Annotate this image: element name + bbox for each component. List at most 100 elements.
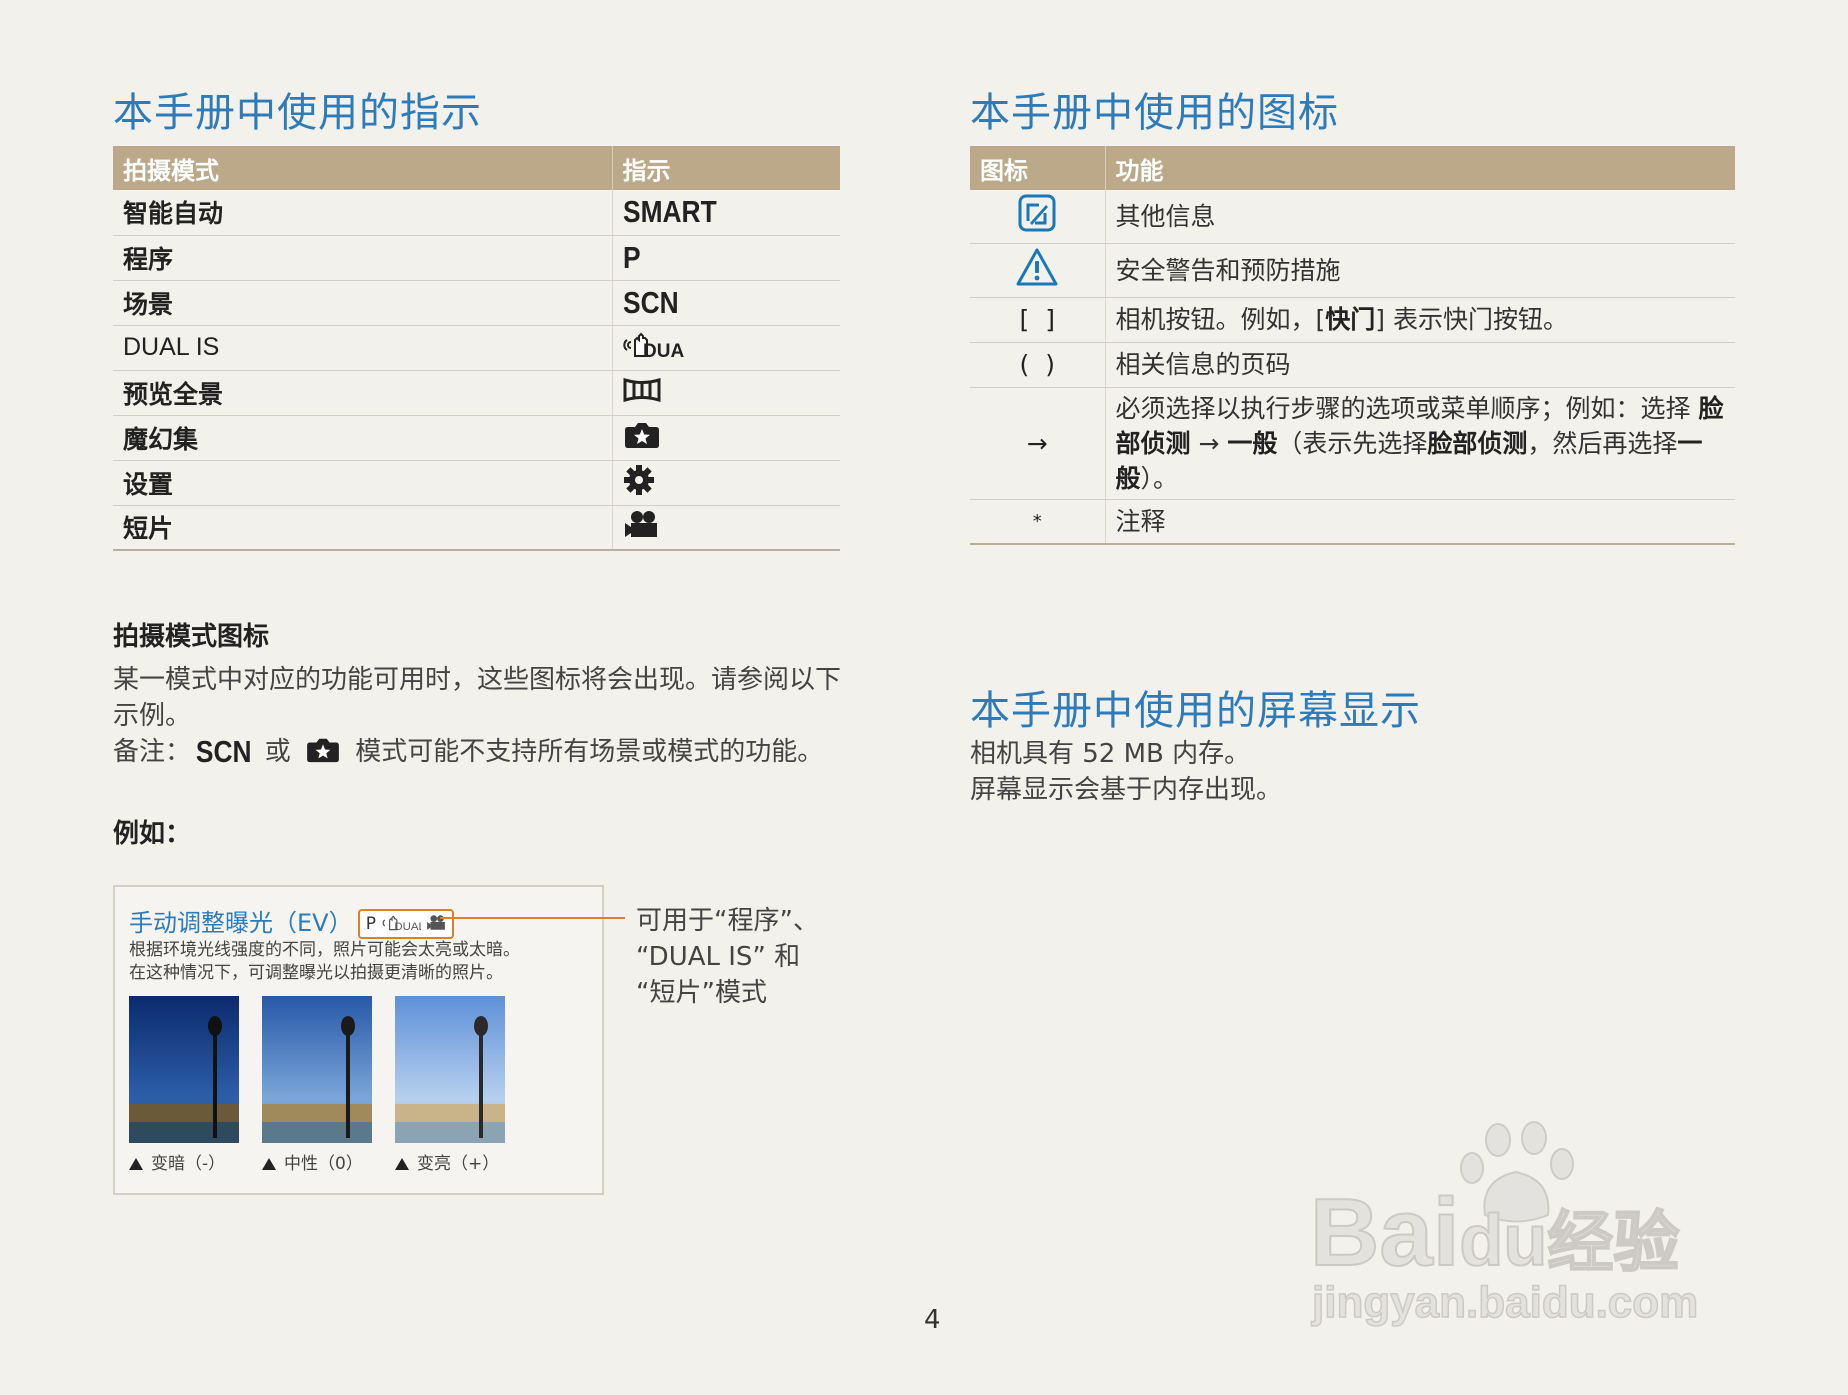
screen-line1: 相机具有 52 MB 内存。 (970, 739, 1251, 769)
table-row: [ ] 相机按钮。例如，[快门] 表示快门按钮。 (970, 297, 1735, 343)
mode-indicator: SMART (622, 194, 717, 230)
icon-symbol: [ ] (970, 297, 1105, 343)
table-row: 安全警告和预防措施 (970, 243, 1735, 298)
icon-func: 其他信息 (1104, 190, 1735, 244)
func-part: → (1190, 428, 1228, 458)
movie-camera-icon (624, 511, 657, 538)
note-scn: SCN (195, 734, 252, 769)
gear-icon (623, 464, 654, 495)
badge-p: P (365, 914, 376, 934)
mode-name: 预览全景 (113, 370, 612, 416)
note-icon (1018, 194, 1056, 232)
mode-name: 设置 (113, 460, 612, 506)
mode-name: 短片 (113, 505, 612, 551)
icons-title: 本手册中使用的图标 (970, 90, 1339, 136)
example-box: 手动调整曝光（EV） P DUAL 根据环境光线强度的不同，照片可能会太亮或太暗… (113, 885, 604, 1195)
callout-line (440, 917, 625, 919)
example-desc-line1: 根据环境光线强度的不同，照片可能会太亮或太暗。 (129, 940, 520, 960)
magic-plus-icon (307, 738, 339, 763)
func-part: ] 表示快门按钮。 (1375, 305, 1568, 334)
panorama-icon (623, 377, 660, 402)
mode-icons-text: 某一模式中对应的功能可用时，这些图标将会出现。请参阅以下示例。 (113, 665, 842, 731)
func-part-bold: 快门 (1325, 305, 1376, 334)
func-part: （表示先选择 (1277, 428, 1428, 458)
icon-func: 安全警告和预防措施 (1104, 243, 1735, 298)
screen-line2: 屏幕显示会基于内存出现。 (970, 775, 1283, 805)
svg-text:DUAL: DUAL (643, 341, 685, 360)
icons-table: 图标 功能 其他信息 安全警告和预防措施 [] 相机按钮。例如，[快门] 表示… (970, 146, 1735, 545)
callout-line3: “短片”模式 (636, 978, 767, 1008)
callout-line1: 可用于“程序”、 (636, 906, 819, 936)
modes-header-mode: 拍摄模式 (113, 146, 612, 190)
func-part: 相机按钮。例如，[ (1115, 305, 1326, 334)
magic-plus-icon (624, 422, 659, 448)
note-or: 或 (264, 737, 291, 767)
icons-header-icon: 图标 (970, 146, 1105, 190)
warning-icon (1016, 248, 1058, 286)
note-suffix: 模式可能不支持所有场景或模式的功能。 (355, 737, 824, 767)
screen-text: 相机具有 52 MB 内存。 屏幕显示会基于内存出现。 (970, 736, 1282, 808)
table-row: 魔幻集 (113, 415, 840, 461)
screen-title: 本手册中使用的屏幕显示 (970, 688, 1421, 734)
mode-indicator: P (622, 239, 641, 275)
table-row: 场景 SCN (113, 280, 840, 326)
mode-indicator: SCN (622, 284, 679, 320)
icon-symbol: → (970, 387, 1105, 500)
caption-darker: 变暗（-） (129, 1149, 225, 1174)
table-row: 智能自动 SMART (113, 190, 840, 236)
table-row: → 必须选择以执行步骤的选项或菜单顺序；例如：选择 脸部侦测 → 一般（表示先选… (970, 387, 1735, 500)
table-row: 预览全景 (113, 370, 840, 416)
table-row: * 注释 (970, 499, 1735, 545)
mode-name: 场景 (113, 280, 612, 326)
example-desc: 根据环境光线强度的不同，照片可能会太亮或太暗。 在这种情况下，可调整曝光以拍摄更… (129, 939, 520, 985)
icon-func: 相关信息的页码 (1104, 342, 1735, 388)
left-title: 本手册中使用的指示 (113, 90, 482, 136)
table-row: 设置 (113, 460, 840, 506)
mode-name: 智能自动 (113, 190, 612, 236)
mode-name: 魔幻集 (113, 415, 612, 461)
func-part: ，然后再选择 (1527, 428, 1678, 458)
func-part: 必须选择以执行步骤的选项或菜单顺序；例如：选择 (1115, 393, 1691, 423)
example-title-row: 手动调整曝光（EV） P DUAL (129, 903, 455, 939)
note-line: 备注： SCN 或 模式可能不支持所有场景或模式的功能。 (113, 734, 873, 770)
mode-badge: P DUAL (357, 909, 455, 939)
caption-text: 中性（0） (284, 1154, 363, 1174)
icon-func: 必须选择以执行步骤的选项或菜单顺序；例如：选择 脸部侦测 → 一般（表示先选择脸… (1104, 387, 1735, 500)
icon-func: 相机按钮。例如，[快门] 表示快门按钮。 (1104, 297, 1735, 343)
example-label: 例如： (113, 819, 192, 849)
table-row: 程序 P (113, 235, 840, 281)
icon-symbol: ( ) (970, 342, 1105, 388)
table-row: 短片 (113, 505, 840, 551)
example-desc-line2: 在这种情况下，可调整曝光以拍摄更清晰的照片。 (129, 963, 503, 983)
caption-brighter: 变亮（+） (395, 1149, 499, 1174)
watermark-brand-part: du (1458, 1200, 1548, 1282)
func-part: ）。 (1140, 463, 1179, 493)
icons-header-func: 功能 (1104, 146, 1735, 190)
page-number: 4 (924, 1305, 941, 1335)
dual-is-icon: DUAL (622, 332, 696, 362)
caption-text: 变亮（+） (417, 1154, 500, 1174)
triangle-up-icon (262, 1158, 276, 1170)
table-row: ( ) 相关信息的页码 (970, 342, 1735, 388)
table-row: 其他信息 (970, 190, 1735, 244)
modes-table: 拍摄模式 指示 智能自动 SMART 程序 P 场景 SCN DUAL IS D… (113, 146, 840, 551)
photo-brighter (395, 996, 505, 1143)
svg-text:DUAL: DUAL (394, 921, 421, 932)
func-part-bold: 一般 (1227, 428, 1278, 458)
baidu-watermark: Baidu经验 jingyan.baidu.com (1309, 1120, 1750, 1328)
callout-text: 可用于“程序”、 “DUAL IS” 和 “短片”模式 (636, 903, 866, 1011)
watermark-brand: Baidu经验 (1309, 1178, 1680, 1288)
triangle-up-icon (395, 1158, 409, 1170)
callout-line2: “DUAL IS” 和 (636, 942, 801, 972)
dual-is-icon: DUAL (382, 915, 425, 933)
note-prefix: 备注： (113, 737, 192, 767)
icon-func: 注释 (1104, 499, 1735, 545)
caption-neutral: 中性（0） (262, 1149, 363, 1174)
mode-icons-heading: 拍摄模式图标 (113, 622, 270, 652)
watermark-brand-part: Bai (1309, 1178, 1460, 1287)
example-title: 手动调整曝光（EV） (129, 909, 353, 937)
triangle-up-icon (129, 1158, 143, 1170)
mode-name: DUAL IS (113, 325, 612, 371)
icon-symbol: * (970, 499, 1105, 545)
func-part-bold: 脸部侦测 (1427, 428, 1528, 458)
